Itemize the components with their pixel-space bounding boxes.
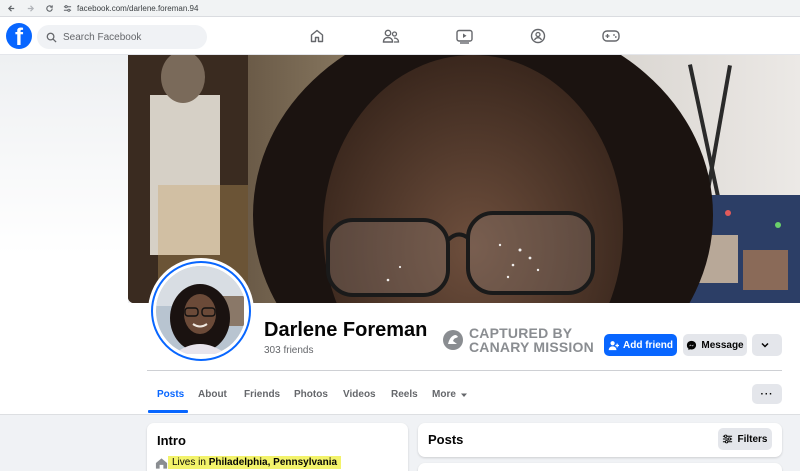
intro-card: Intro Lives in Philadelphia, Pennsylvani… [147, 423, 408, 471]
tab-posts[interactable]: Posts [157, 389, 184, 400]
tabs-overflow-button[interactable]: ··· [752, 384, 782, 404]
caret-down-icon [460, 393, 467, 397]
filters-icon [723, 434, 733, 444]
profile-options-button[interactable] [752, 334, 782, 356]
reload-icon[interactable] [41, 0, 57, 16]
search-icon [46, 32, 57, 43]
home-icon [155, 457, 168, 469]
groups-icon[interactable] [529, 27, 547, 45]
search-input[interactable] [63, 31, 193, 43]
more-options-icon: ··· [760, 388, 774, 400]
filters-button[interactable]: Filters [718, 428, 772, 450]
chevron-down-icon [761, 342, 769, 348]
post-card [418, 463, 782, 471]
lives-in-text: Lives in Philadelphia, Pennsylvania [168, 456, 342, 469]
profile-picture-image [156, 266, 244, 354]
video-icon[interactable] [455, 27, 473, 45]
home-icon[interactable] [308, 27, 326, 45]
cover-left-backdrop [0, 55, 128, 305]
active-tab-indicator [148, 410, 188, 413]
add-friend-icon [608, 340, 619, 350]
posts-header-card: Posts Filters [418, 423, 782, 457]
canary-bird-icon [443, 330, 463, 350]
back-icon[interactable] [3, 0, 19, 16]
url-text: facebook.com/darlene.foreman.94 [77, 3, 199, 13]
location-link[interactable]: Philadelphia, Pennsylvania [209, 457, 337, 468]
tab-about[interactable]: About [198, 389, 227, 400]
intro-lives-in: Lives in Philadelphia, Pennsylvania [155, 456, 342, 469]
address-bar[interactable]: facebook.com/darlene.foreman.94 [63, 4, 198, 13]
search-box[interactable] [37, 25, 207, 49]
tab-friends[interactable]: Friends [244, 389, 280, 400]
site-settings-icon[interactable] [63, 4, 72, 13]
browser-toolbar: facebook.com/darlene.foreman.94 [0, 0, 800, 17]
messenger-icon [687, 340, 697, 350]
profile-picture[interactable] [148, 258, 254, 364]
intro-title: Intro [157, 433, 186, 448]
posts-title: Posts [428, 432, 464, 447]
gaming-icon[interactable] [602, 27, 620, 45]
message-button[interactable]: Message [683, 334, 747, 356]
friends-icon[interactable] [382, 27, 400, 45]
tab-reels[interactable]: Reels [391, 389, 418, 400]
tab-videos[interactable]: Videos [343, 389, 376, 400]
facebook-logo[interactable]: f [6, 23, 32, 49]
watermark-line1: CAPTURED BY [469, 325, 573, 341]
forward-icon[interactable] [22, 0, 38, 16]
tab-photos[interactable]: Photos [294, 389, 328, 400]
facebook-top-nav: f [0, 17, 800, 55]
profile-name: Darlene Foreman [264, 319, 428, 341]
friend-count[interactable]: 303 friends [264, 345, 313, 356]
canary-mission-watermark: CAPTURED BY CANARY MISSION [442, 326, 594, 354]
tab-more[interactable]: More [432, 389, 468, 400]
add-friend-button[interactable]: Add friend [604, 334, 677, 356]
tabs-divider [147, 370, 782, 371]
watermark-line2: CANARY MISSION [469, 339, 594, 355]
